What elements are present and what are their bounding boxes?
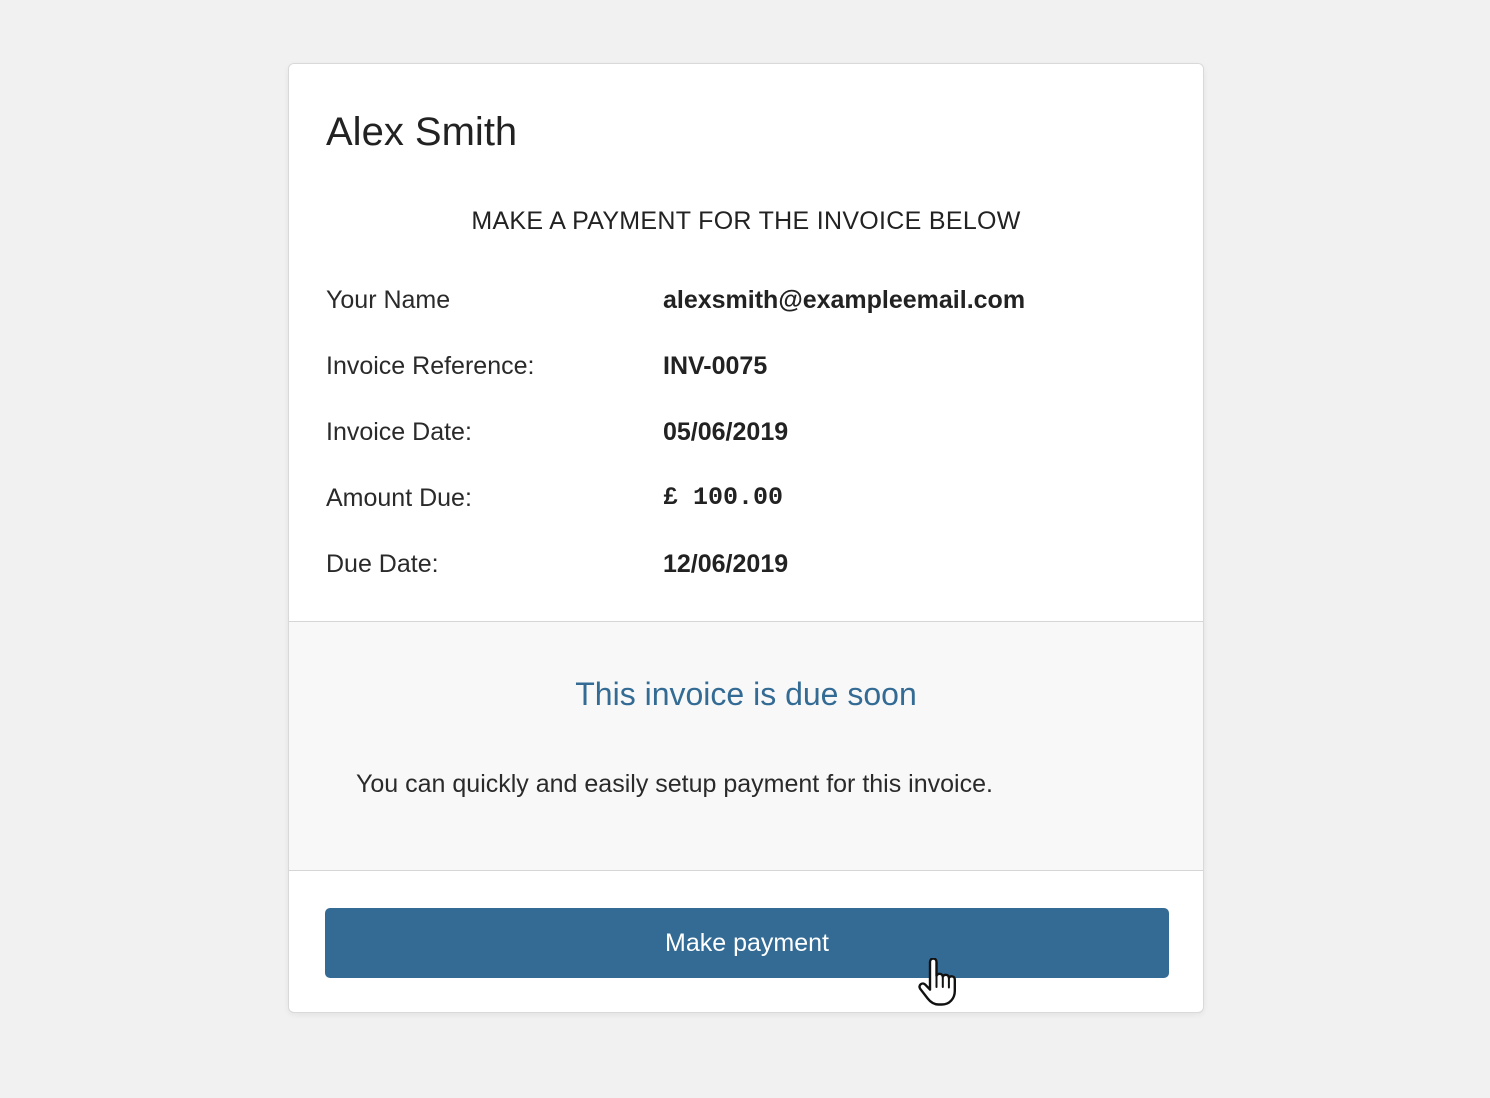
- detail-row-amount-due: Amount Due: £ 100.00: [326, 480, 1166, 546]
- detail-label: Invoice Date:: [326, 418, 472, 446]
- detail-value-due-date: 12/06/2019: [663, 550, 789, 578]
- notice-title: This invoice is due soon: [575, 676, 917, 712]
- due-soon-notice: This invoice is due soon You can quickly…: [289, 622, 1203, 870]
- detail-row-invoice-date: Invoice Date: 05/06/2019: [326, 414, 1166, 480]
- detail-value-email: alexsmith@exampleemail.com: [663, 286, 1026, 314]
- detail-label: Amount Due:: [326, 484, 472, 512]
- detail-row-invoice-reference: Invoice Reference: INV-0075: [326, 348, 1166, 414]
- customer-name: Alex Smith: [326, 110, 518, 154]
- detail-value-amount-due: £ 100.00: [663, 483, 784, 512]
- detail-label: Invoice Reference:: [326, 352, 535, 380]
- notice-text: You can quickly and easily setup payment…: [356, 770, 993, 798]
- detail-row-your-name: Your Name alexsmith@exampleemail.com: [326, 282, 1166, 348]
- payment-heading: MAKE A PAYMENT FOR THE INVOICE BELOW: [471, 207, 1021, 235]
- hand-pointer-icon: [918, 958, 956, 1006]
- detail-value-invoice-date: 05/06/2019: [663, 418, 789, 446]
- detail-label: Your Name: [326, 286, 451, 314]
- detail-value-invoice-reference: INV-0075: [663, 352, 768, 380]
- detail-row-due-date: Due Date: 12/06/2019: [326, 546, 1166, 612]
- detail-label: Due Date:: [326, 550, 439, 578]
- invoice-payment-card: Alex Smith MAKE A PAYMENT FOR THE INVOIC…: [288, 63, 1204, 1013]
- make-payment-button[interactable]: Make payment: [325, 908, 1169, 978]
- section-divider: [289, 870, 1203, 871]
- invoice-summary-section: Alex Smith MAKE A PAYMENT FOR THE INVOIC…: [289, 64, 1203, 621]
- invoice-details: Your Name alexsmith@exampleemail.com Inv…: [326, 282, 1166, 612]
